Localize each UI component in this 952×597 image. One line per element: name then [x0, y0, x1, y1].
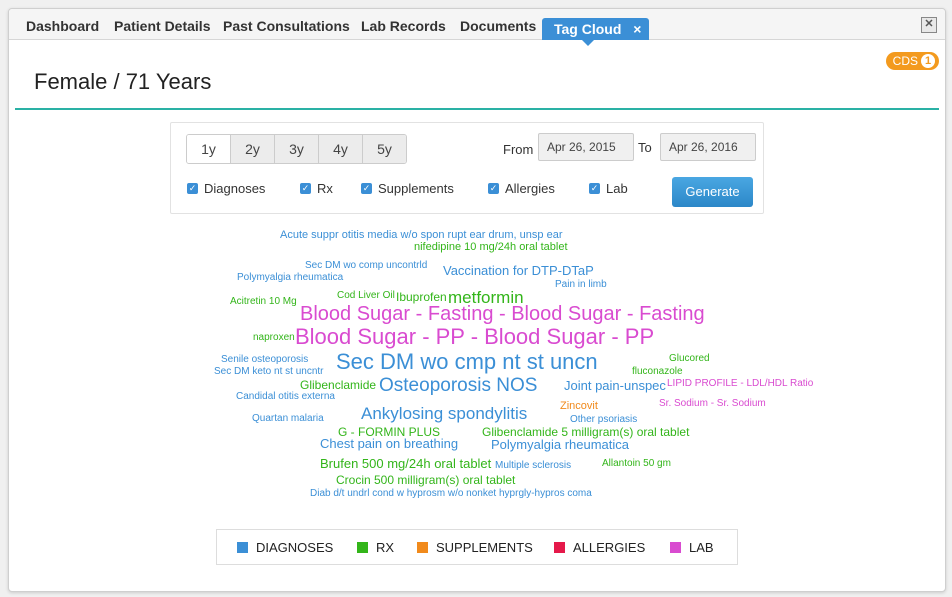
tab-dashboard[interactable]: Dashboard	[26, 18, 99, 34]
tag-cloud-word[interactable]: Pain in limb	[555, 280, 607, 290]
title-divider	[15, 108, 939, 110]
window-close-icon[interactable]: ✕	[921, 17, 937, 33]
tag-cloud-word[interactable]: Acitretin 10 Mg	[230, 297, 297, 307]
to-label: To	[638, 140, 652, 155]
tag-cloud-word[interactable]: Sec DM keto nt st uncntr	[214, 367, 324, 377]
tag-cloud-word[interactable]: Ibuprofen	[396, 291, 447, 303]
tag-cloud-word[interactable]: Joint pain-unspec	[564, 379, 666, 392]
to-date-field[interactable]: Apr 26, 2016	[660, 133, 756, 161]
tag-cloud-word[interactable]: Sec DM wo cmp nt st uncn	[336, 351, 598, 373]
tag-cloud-word[interactable]: Osteoporosis NOS	[379, 376, 537, 395]
tag-cloud-word[interactable]: LIPID PROFILE - LDL/HDL Ratio	[667, 379, 813, 389]
cds-badge[interactable]: CDS 1	[885, 52, 939, 70]
tag-cloud-word[interactable]: Blood Sugar - PP - Blood Sugar - PP	[295, 326, 654, 348]
checkbox-lab-label: Lab	[606, 181, 628, 196]
tag-cloud-word[interactable]: fluconazole	[632, 367, 683, 377]
tab-past-consultations[interactable]: Past Consultations	[223, 18, 350, 34]
tag-cloud-word[interactable]: Chest pain on breathing	[320, 437, 458, 450]
tag-cloud-word[interactable]: Multiple sclerosis	[495, 461, 571, 471]
legend-item-supplements: SUPPLEMENTS	[417, 540, 533, 555]
legend: DIAGNOSES RX SUPPLEMENTS ALLERGIES LAB	[216, 529, 738, 565]
checkbox-supplements-label: Supplements	[378, 181, 454, 196]
tag-cloud-word[interactable]: Glucored	[669, 354, 710, 364]
page-title: Female / 71 Years	[34, 69, 212, 94]
legend-swatch	[237, 542, 248, 553]
tag-cloud-window: Dashboard Patient Details Past Consultat…	[8, 8, 946, 592]
tag-cloud-word[interactable]: Brufen 500 mg/24h oral tablet	[320, 457, 491, 470]
from-date-field[interactable]: Apr 26, 2015	[538, 133, 634, 161]
tab-lab-records[interactable]: Lab Records	[361, 18, 446, 34]
tag-cloud-word[interactable]: Other psoriasis	[570, 415, 637, 425]
range-2y-button[interactable]: 2y	[230, 135, 274, 163]
range-3y-button[interactable]: 3y	[274, 135, 318, 163]
legend-swatch	[554, 542, 565, 553]
legend-item-allergies: ALLERGIES	[554, 540, 645, 555]
tag-cloud-word[interactable]: Sec DM wo comp uncontrld	[305, 261, 427, 271]
checkbox-rx-label: Rx	[317, 181, 333, 196]
tag-cloud-word[interactable]: Polymyalgia rheumatica	[237, 273, 343, 283]
tab-tag-cloud-label: Tag Cloud	[554, 21, 622, 37]
tag-cloud-word[interactable]: Ankylosing spondylitis	[361, 405, 527, 422]
tag-cloud-word[interactable]: Candidal otitis externa	[236, 392, 335, 402]
legend-label: DIAGNOSES	[256, 540, 334, 555]
tag-cloud-word[interactable]: Quartan malaria	[252, 414, 324, 424]
generate-button[interactable]: Generate	[672, 177, 753, 207]
legend-swatch	[357, 542, 368, 553]
legend-label: ALLERGIES	[573, 540, 646, 555]
tag-cloud-word[interactable]: Glibenclamide	[300, 379, 376, 391]
legend-label: RX	[376, 540, 395, 555]
checkbox-diagnoses[interactable]: ✓ Diagnoses	[187, 181, 265, 196]
legend-item-diagnoses: DIAGNOSES	[237, 540, 333, 555]
cds-label: CDS	[892, 54, 918, 68]
legend-item-rx: RX	[357, 540, 394, 555]
legend-item-lab: LAB	[670, 540, 714, 555]
tag-cloud-word[interactable]: Acute suppr otitis media w/o spon rupt e…	[280, 230, 562, 241]
tab-patient-details[interactable]: Patient Details	[114, 18, 210, 34]
tag-cloud-word[interactable]: Allantoin 50 gm	[602, 459, 671, 469]
checkbox-allergies[interactable]: ✓ Allergies	[488, 181, 555, 196]
legend-swatch	[670, 542, 681, 553]
tag-cloud-word[interactable]: Blood Sugar - Fasting - Blood Sugar - Fa…	[300, 304, 705, 324]
tab-close-icon[interactable]: ×	[633, 21, 641, 37]
range-1y-button[interactable]: 1y	[187, 135, 230, 163]
checkbox-lab[interactable]: ✓ Lab	[589, 181, 628, 196]
checkbox-checked-icon[interactable]: ✓	[488, 183, 499, 194]
active-tab-caret	[582, 40, 594, 46]
tab-bar: Dashboard Patient Details Past Consultat…	[9, 9, 945, 46]
cds-count: 1	[921, 54, 935, 68]
tag-cloud-word[interactable]: Crocin 500 milligram(s) oral tablet	[336, 474, 515, 486]
checkbox-checked-icon[interactable]: ✓	[361, 183, 372, 194]
tag-cloud-word[interactable]: Zincovit	[560, 401, 598, 412]
tab-tag-cloud[interactable]: Tag Cloud ×	[542, 18, 650, 46]
tab-documents[interactable]: Documents	[460, 18, 536, 34]
range-5y-button[interactable]: 5y	[362, 135, 406, 163]
checkbox-checked-icon[interactable]: ✓	[589, 183, 600, 194]
tag-cloud-word[interactable]: nifedipine 10 mg/24h oral tablet	[414, 242, 568, 253]
legend-label: LAB	[689, 540, 714, 555]
checkbox-checked-icon[interactable]: ✓	[300, 183, 311, 194]
tag-cloud-word[interactable]: Senile osteoporosis	[221, 355, 308, 365]
tag-cloud-word[interactable]: Sr. Sodium - Sr. Sodium	[659, 399, 766, 409]
tag-cloud-word[interactable]: Diab d/t undrl cond w hyprosm w/o nonket…	[310, 489, 592, 499]
range-4y-button[interactable]: 4y	[318, 135, 362, 163]
filter-panel: 1y 2y 3y 4y 5y From Apr 26, 2015 To Apr …	[170, 122, 764, 214]
range-selector: 1y 2y 3y 4y 5y	[186, 134, 407, 164]
checkbox-diagnoses-label: Diagnoses	[204, 181, 266, 196]
legend-label: SUPPLEMENTS	[436, 540, 533, 555]
tag-cloud-word[interactable]: Vaccination for DTP-DTaP	[443, 264, 594, 277]
tag-cloud-word[interactable]: Cod Liver Oil	[337, 291, 395, 301]
legend-swatch	[417, 542, 428, 553]
tag-cloud-word[interactable]: naproxen	[253, 333, 295, 343]
from-label: From	[503, 142, 534, 157]
checkbox-allergies-label: Allergies	[505, 181, 555, 196]
checkbox-supplements[interactable]: ✓ Supplements	[361, 181, 454, 196]
tag-cloud-word[interactable]: Polymyalgia rheumatica	[491, 438, 629, 451]
checkbox-checked-icon[interactable]: ✓	[187, 183, 198, 194]
checkbox-rx[interactable]: ✓ Rx	[300, 181, 333, 196]
